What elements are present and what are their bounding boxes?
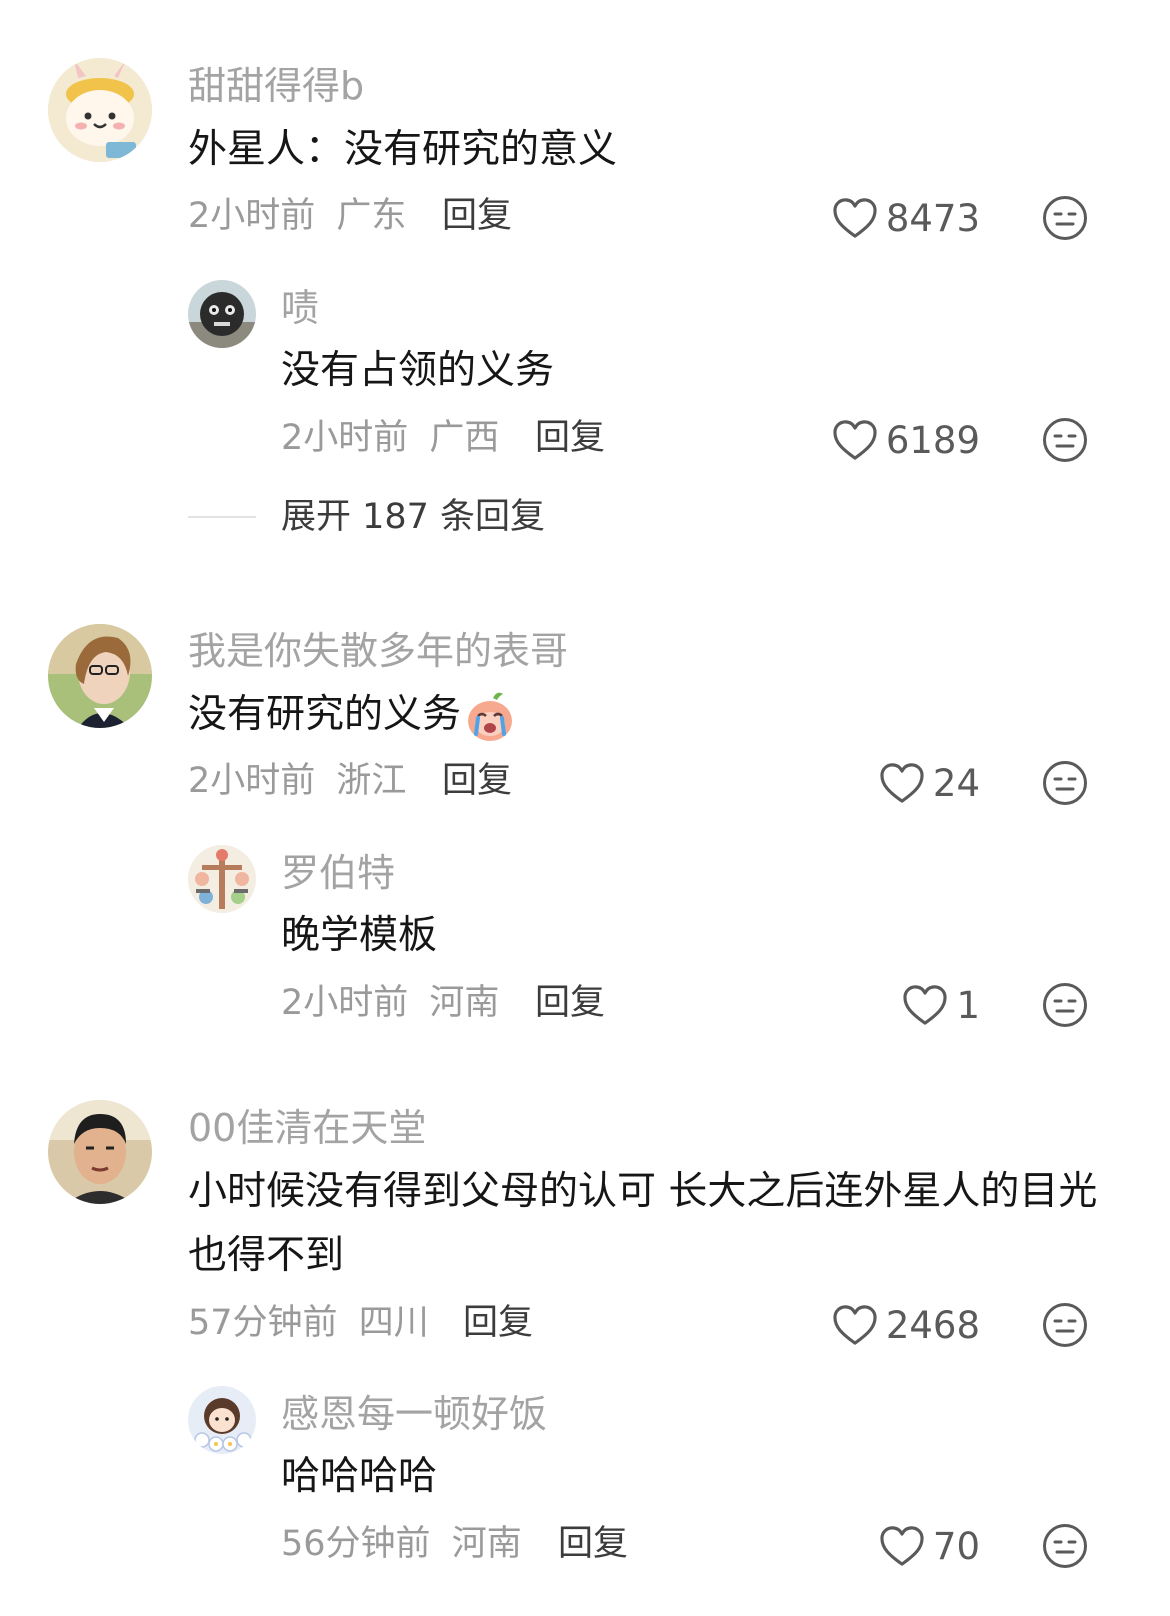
heart-outline-icon xyxy=(902,984,948,1026)
comment-username[interactable]: 甜甜得得b xyxy=(188,64,364,108)
like-count: 2468 xyxy=(885,1303,980,1347)
dislike-button[interactable] xyxy=(1042,1523,1088,1569)
dislike-button[interactable] xyxy=(1042,982,1088,1028)
comment-meta: 2小时前 浙江 xyxy=(188,759,406,803)
heart-outline-icon xyxy=(879,762,925,804)
reply-location: 广西 xyxy=(429,418,500,458)
reply-text: 晚学模板 xyxy=(281,913,438,958)
reply-location: 河南 xyxy=(451,1524,522,1564)
reply-button[interactable]: 回复 xyxy=(535,981,605,1025)
comment-text: 没有研究的义务 xyxy=(188,683,1118,747)
avatar[interactable] xyxy=(48,58,152,162)
like-count: 8473 xyxy=(885,196,980,240)
comment-location: 四川 xyxy=(358,1303,429,1343)
divider xyxy=(188,516,256,518)
like-count: 70 xyxy=(932,1524,980,1568)
like-button[interactable]: 24 xyxy=(810,759,980,807)
heart-outline-icon xyxy=(879,1525,925,1567)
comment-meta: 57分钟前 四川 xyxy=(188,1301,429,1345)
like-button[interactable]: 70 xyxy=(810,1522,980,1570)
reply-button[interactable]: 回复 xyxy=(442,194,512,238)
avatar[interactable] xyxy=(48,624,152,728)
like-count: 24 xyxy=(932,761,980,805)
reply-username[interactable]: 啧 xyxy=(281,286,319,330)
comment-text: 外星人：没有研究的意义 xyxy=(188,127,618,172)
avatar[interactable] xyxy=(48,1100,152,1204)
reply-button[interactable]: 回复 xyxy=(442,759,512,803)
reply-meta: 56分钟前 河南 xyxy=(281,1522,522,1566)
avatar[interactable] xyxy=(188,1386,256,1454)
reply-time: 2小时前 xyxy=(281,983,409,1023)
heart-outline-icon xyxy=(832,419,878,461)
expand-replies-button[interactable]: 展开 187 条回复 xyxy=(281,495,545,539)
comment-text: 小时候没有得到父母的认可 长大之后连外星人的目光也得不到 xyxy=(188,1169,1098,1278)
like-button[interactable]: 1 xyxy=(810,981,980,1029)
dislike-button[interactable] xyxy=(1042,760,1088,806)
like-button[interactable]: 6189 xyxy=(810,416,980,464)
like-button[interactable]: 8473 xyxy=(810,194,980,242)
dislike-button[interactable] xyxy=(1042,1302,1088,1348)
dislike-button[interactable] xyxy=(1042,195,1088,241)
reply-meta: 2小时前 广西 xyxy=(281,416,499,460)
reply-username[interactable]: 感恩每一顿好饭 xyxy=(281,1392,547,1436)
comment-time: 2小时前 xyxy=(188,196,316,236)
comment-text-content: 没有研究的义务 xyxy=(188,692,462,737)
comment-location: 广东 xyxy=(336,196,407,236)
reply-button[interactable]: 回复 xyxy=(558,1522,628,1566)
reply-text: 哈哈哈哈 xyxy=(281,1454,438,1499)
avatar[interactable] xyxy=(188,845,256,913)
reply-text: 没有占领的义务 xyxy=(281,348,555,393)
like-count: 6189 xyxy=(885,418,980,462)
like-count: 1 xyxy=(956,983,980,1027)
reply-button[interactable]: 回复 xyxy=(535,416,605,460)
crying-emoji-icon xyxy=(463,690,517,744)
comment-username[interactable]: 00佳清在天堂 xyxy=(188,1106,426,1150)
comment-username[interactable]: 我是你失散多年的表哥 xyxy=(188,629,568,673)
comment-location: 浙江 xyxy=(336,761,407,801)
comment-time: 2小时前 xyxy=(188,761,316,801)
reply-time: 2小时前 xyxy=(281,418,409,458)
comment-time: 57分钟前 xyxy=(188,1303,338,1343)
dislike-button[interactable] xyxy=(1042,417,1088,463)
avatar[interactable] xyxy=(188,280,256,348)
reply-time: 56分钟前 xyxy=(281,1524,431,1564)
like-button[interactable]: 2468 xyxy=(810,1301,980,1349)
heart-outline-icon xyxy=(832,197,878,239)
reply-location: 河南 xyxy=(429,983,500,1023)
reply-username[interactable]: 罗伯特 xyxy=(281,851,395,895)
comment-meta: 2小时前 广东 xyxy=(188,194,406,238)
heart-outline-icon xyxy=(832,1304,878,1346)
reply-button[interactable]: 回复 xyxy=(463,1301,533,1345)
reply-meta: 2小时前 河南 xyxy=(281,981,499,1025)
